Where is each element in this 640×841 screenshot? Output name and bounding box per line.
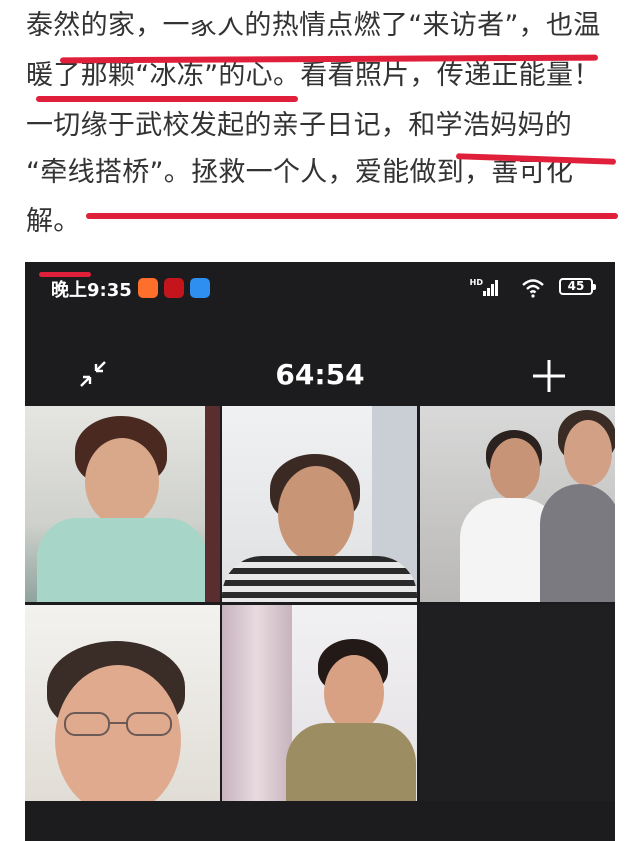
video-tile-5[interactable] (222, 605, 417, 801)
taobao-icon (138, 278, 158, 298)
call-timer: 64:54 (275, 358, 365, 391)
empty-video-slot (420, 605, 615, 801)
video-tile-1[interactable] (25, 406, 220, 602)
video-call-screenshot: 晚上9:35 HD 45 64:54 (25, 262, 615, 841)
top-blot (172, 0, 234, 20)
article-line-5: 解。 (26, 206, 81, 237)
person-face (490, 438, 540, 500)
call-toolbar: 64:54 (25, 344, 615, 406)
door-frame (205, 406, 220, 602)
top-blot-right (530, 0, 610, 12)
article-line-3: 一切缘于武校发起的亲子日记，和学浩妈妈的 (26, 110, 572, 141)
video-grid (25, 406, 615, 802)
signal-icon (483, 280, 498, 296)
highlight-stroke-4 (86, 213, 618, 219)
wifi-icon (522, 279, 544, 298)
status-time: 晚上9:35 (51, 280, 132, 301)
person-body (37, 518, 207, 602)
person-body (286, 723, 416, 801)
red-app-icon (164, 278, 184, 298)
person-face (85, 438, 159, 526)
person-body (540, 484, 615, 602)
person-face (324, 655, 384, 731)
curtain (222, 605, 292, 801)
video-tile-2[interactable] (222, 406, 417, 602)
highlight-stroke-2 (36, 96, 298, 102)
status-bar: 晚上9:35 HD 45 (25, 262, 615, 312)
glasses-icon (64, 712, 172, 736)
person-face (278, 466, 354, 562)
person-body (222, 556, 417, 602)
article-line-1: 泰然的家，一家人的热情点燃了“来访者”，也温 (26, 10, 601, 41)
blue-app-icon (190, 278, 210, 298)
status-red-mark (39, 272, 91, 277)
battery-indicator: 45 (559, 278, 596, 295)
hd-label: HD (469, 278, 483, 287)
video-tile-3[interactable] (420, 406, 615, 602)
call-footer (25, 802, 615, 841)
status-right-group: HD 45 (463, 276, 596, 300)
add-participant-icon[interactable] (529, 356, 569, 396)
video-tile-4[interactable] (25, 605, 220, 801)
article-text-block: 泰然的家，一家人的热情点燃了“来访者”，也温 暖了那颗“冰冻”的心。看看照片，传… (0, 0, 640, 262)
person-face (564, 420, 612, 486)
